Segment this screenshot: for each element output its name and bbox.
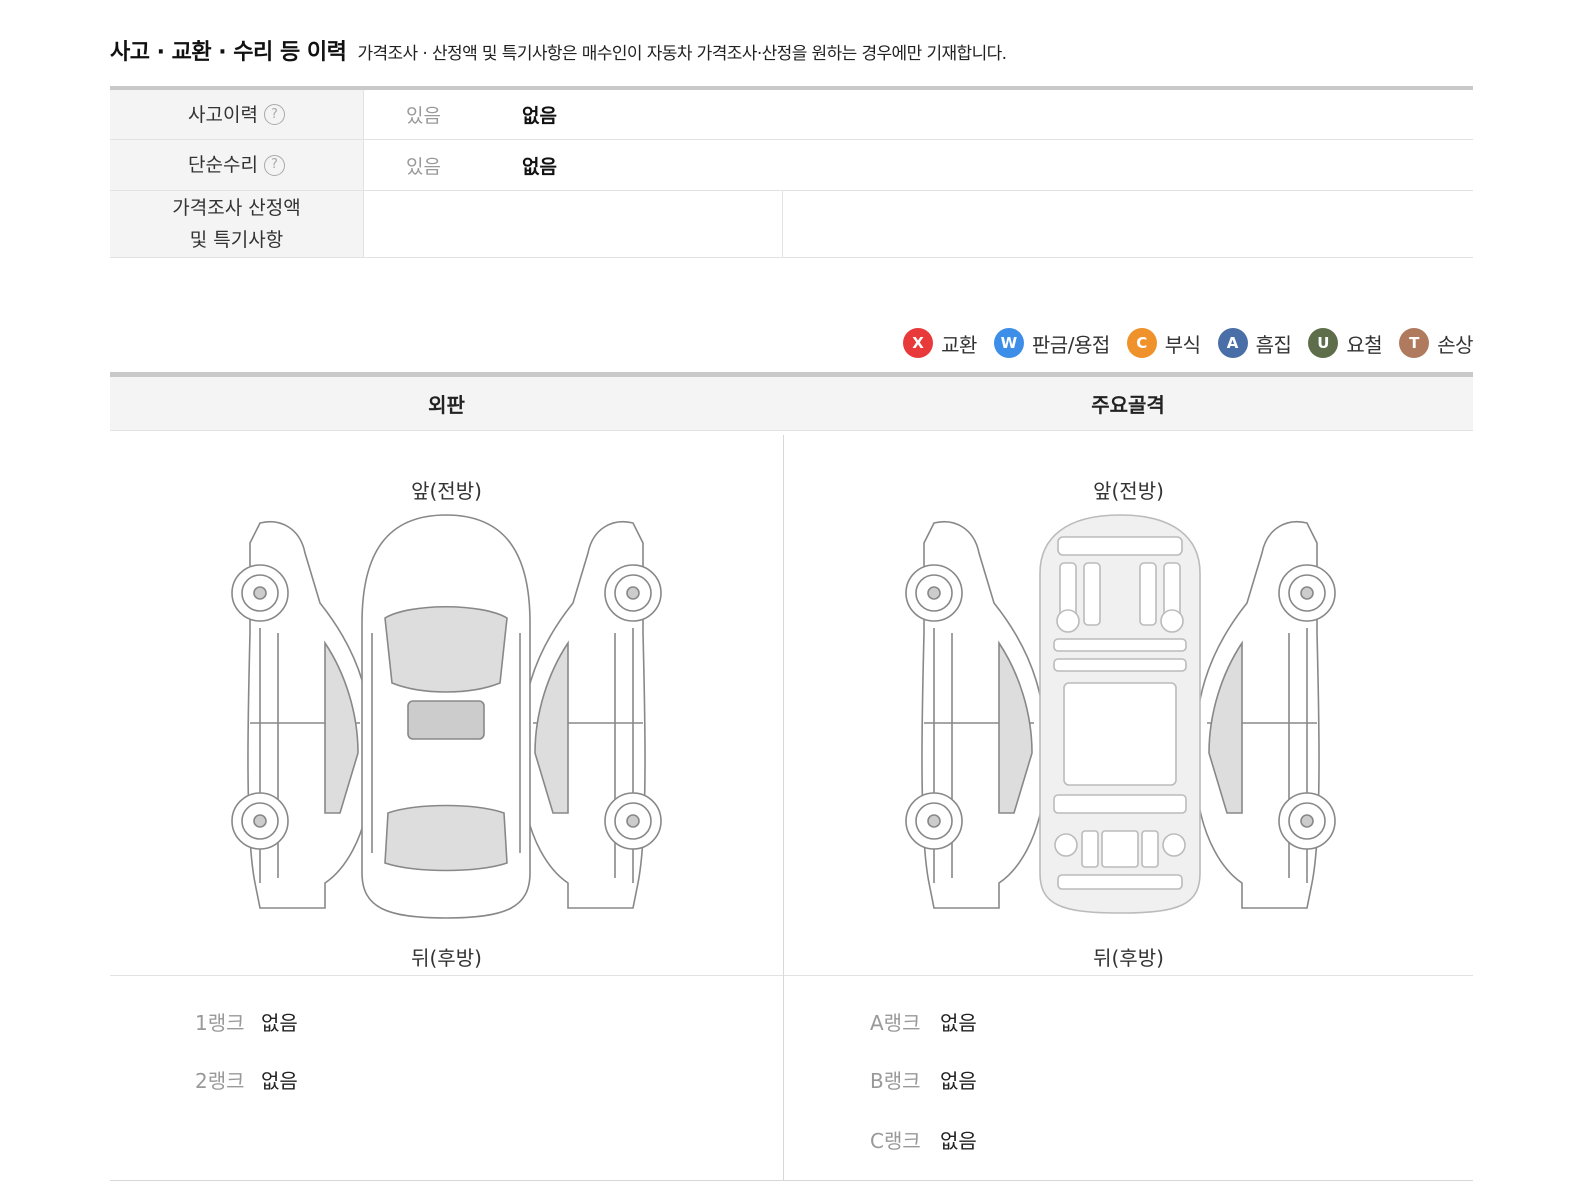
rank-c-row: C랭크 없음 xyxy=(870,1125,977,1154)
front-label: 앞(전방) xyxy=(411,479,482,503)
c-badge-icon: C xyxy=(1126,328,1157,358)
section-note: 가격조사 · 산정액 및 특기사항은 매수인이 자동차 가격조사·산정을 원하는… xyxy=(357,44,1007,64)
price-amount-cell xyxy=(364,191,783,257)
simple-repair-row: 단순수리 ? 있음 없음 xyxy=(110,140,1473,191)
exterior-car-diagram xyxy=(231,514,662,919)
legend-dent: U 요철 xyxy=(1308,328,1383,358)
rank-b-label: B랭크 xyxy=(870,1069,921,1093)
rank-1-value: 없음 xyxy=(261,1011,298,1035)
rank-c-label: C랭크 xyxy=(870,1129,921,1153)
history-table: 사고이력 ? 있음 없음 단순수리 ? 있음 없음 가격조사 산정액 및 특기사… xyxy=(110,86,1473,258)
section-heading: 사고 · 교환 · 수리 등 이력 가격조사 · 산정액 및 특기사항은 매수인… xyxy=(110,34,1007,66)
section-title: 사고 · 교환 · 수리 등 이력 xyxy=(110,40,347,65)
rank-b-row: B랭크 없음 xyxy=(870,1065,977,1094)
legend-panel-weld: W 판금/용접 xyxy=(993,328,1110,358)
diagram-panel: 외판 주요골격 앞(전방) 뒤(후방) 1랭크 없음 2랭크 없음 앞(전방) … xyxy=(110,372,1473,1181)
main-frame-title: 주요골격 xyxy=(1091,393,1165,417)
main-frame-car-diagram xyxy=(905,514,1336,914)
rank-b-value: 없음 xyxy=(940,1069,977,1093)
rear-label: 뒤(후방) xyxy=(1093,946,1164,970)
accident-history-label: 사고이력 ? xyxy=(110,90,364,139)
x-badge-icon: X xyxy=(903,328,934,358)
price-notes-label: 가격조사 산정액 및 특기사항 xyxy=(110,191,364,257)
diagram-body: 앞(전방) 뒤(후방) 1랭크 없음 2랭크 없음 앞(전방) 뒤(후방) A랭… xyxy=(110,435,1473,1180)
legend-damage: T 손상 xyxy=(1399,328,1473,358)
rank-1-row: 1랭크 없음 xyxy=(195,1007,298,1036)
legend-scratch: A 흠집 xyxy=(1217,328,1292,358)
front-label: 앞(전방) xyxy=(1093,479,1164,503)
help-icon[interactable]: ? xyxy=(263,154,285,176)
price-notes-row: 가격조사 산정액 및 특기사항 xyxy=(110,191,1473,258)
option-yes: 있음 xyxy=(406,105,441,127)
legend-corrosion: C 부식 xyxy=(1126,328,1201,358)
a-badge-icon: A xyxy=(1217,328,1248,358)
rank-c-value: 없음 xyxy=(940,1129,977,1153)
rank-a-row: A랭크 없음 xyxy=(870,1007,977,1036)
rank-2-label: 2랭크 xyxy=(195,1069,245,1093)
damage-legend: X 교환 W 판금/용접 C 부식 A 흠집 U 요철 T 손상 xyxy=(886,328,1473,358)
w-badge-icon: W xyxy=(993,328,1024,358)
option-yes: 있음 xyxy=(406,155,441,178)
rank-a-label: A랭크 xyxy=(870,1011,921,1035)
help-icon[interactable]: ? xyxy=(263,104,285,125)
option-no-selected: 없음 xyxy=(522,105,557,127)
accident-history-row: 사고이력 ? 있음 없음 xyxy=(110,90,1473,140)
rear-label: 뒤(후방) xyxy=(411,946,482,970)
simple-repair-value: 있음 없음 xyxy=(364,140,1473,190)
legend-exchange: X 교환 xyxy=(903,328,977,358)
t-badge-icon: T xyxy=(1399,328,1430,358)
simple-repair-label: 단순수리 ? xyxy=(110,140,364,190)
price-notes-value xyxy=(364,191,1473,257)
exterior-diagram-column: 앞(전방) 뒤(후방) 1랭크 없음 2랭크 없음 xyxy=(110,435,784,1180)
rank-2-row: 2랭크 없음 xyxy=(195,1065,298,1094)
option-no-selected: 없음 xyxy=(522,155,557,178)
rank-a-value: 없음 xyxy=(940,1011,977,1035)
main-frame-diagram-column: 앞(전방) 뒤(후방) A랭크 없음 B랭크 없음 C랭크 없음 xyxy=(784,435,1473,1180)
diagram-header: 외판 주요골격 xyxy=(110,377,1473,431)
accident-history-value: 있음 없음 xyxy=(364,90,1473,139)
rank-1-label: 1랭크 xyxy=(195,1011,245,1035)
rank-2-value: 없음 xyxy=(261,1069,298,1093)
u-badge-icon: U xyxy=(1308,328,1339,358)
exterior-panel-title: 외판 xyxy=(428,393,465,417)
